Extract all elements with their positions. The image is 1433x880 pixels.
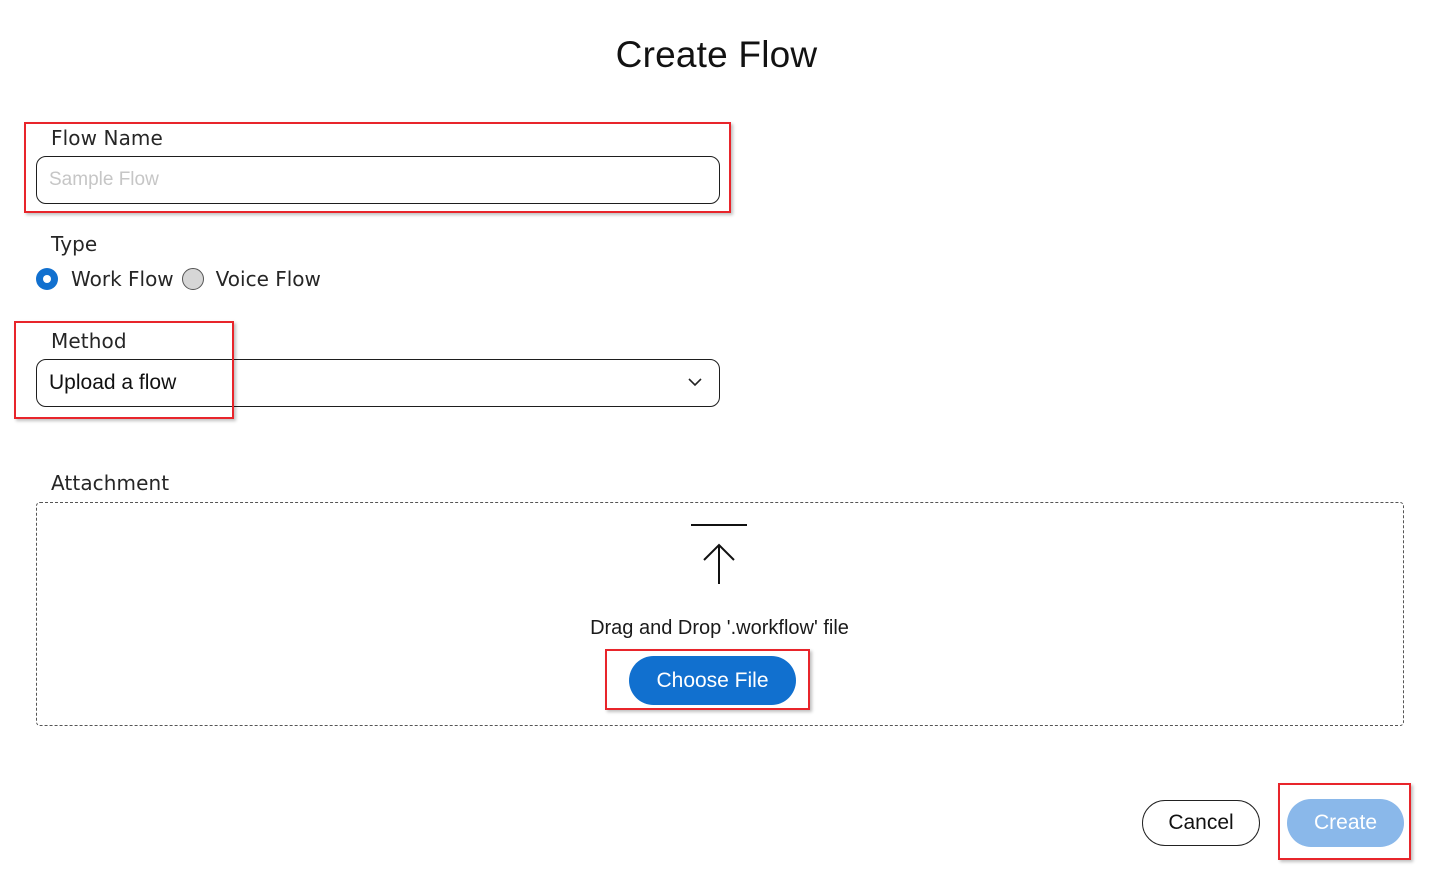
cancel-button[interactable]: Cancel [1142, 800, 1260, 846]
attachment-label: Attachment [51, 471, 170, 495]
dialog-title: Create Flow [615, 34, 818, 75]
radio-work-flow-label[interactable]: Work Flow [71, 267, 174, 291]
flow-name-label: Flow Name [51, 126, 163, 150]
flow-name-field-container [36, 156, 720, 204]
dropzone-instructions: Drag and Drop '.workflow' file [590, 617, 849, 639]
chevron-down-icon [688, 378, 702, 387]
upload-icon [691, 524, 747, 584]
flow-name-input[interactable] [37, 157, 719, 203]
radio-voice-flow[interactable] [181, 268, 204, 290]
create-button[interactable]: Create [1287, 799, 1404, 847]
type-radio-group: Work Flow Voice Flow [36, 266, 321, 292]
method-label: Method [51, 329, 127, 353]
method-select[interactable]: Upload a flow [36, 359, 720, 407]
radio-voice-flow-label[interactable]: Voice Flow [216, 267, 321, 291]
radio-work-flow[interactable] [36, 268, 58, 290]
method-selected-value: Upload a flow [49, 371, 177, 394]
type-label: Type [51, 232, 98, 256]
choose-file-button[interactable]: Choose File [629, 656, 796, 705]
